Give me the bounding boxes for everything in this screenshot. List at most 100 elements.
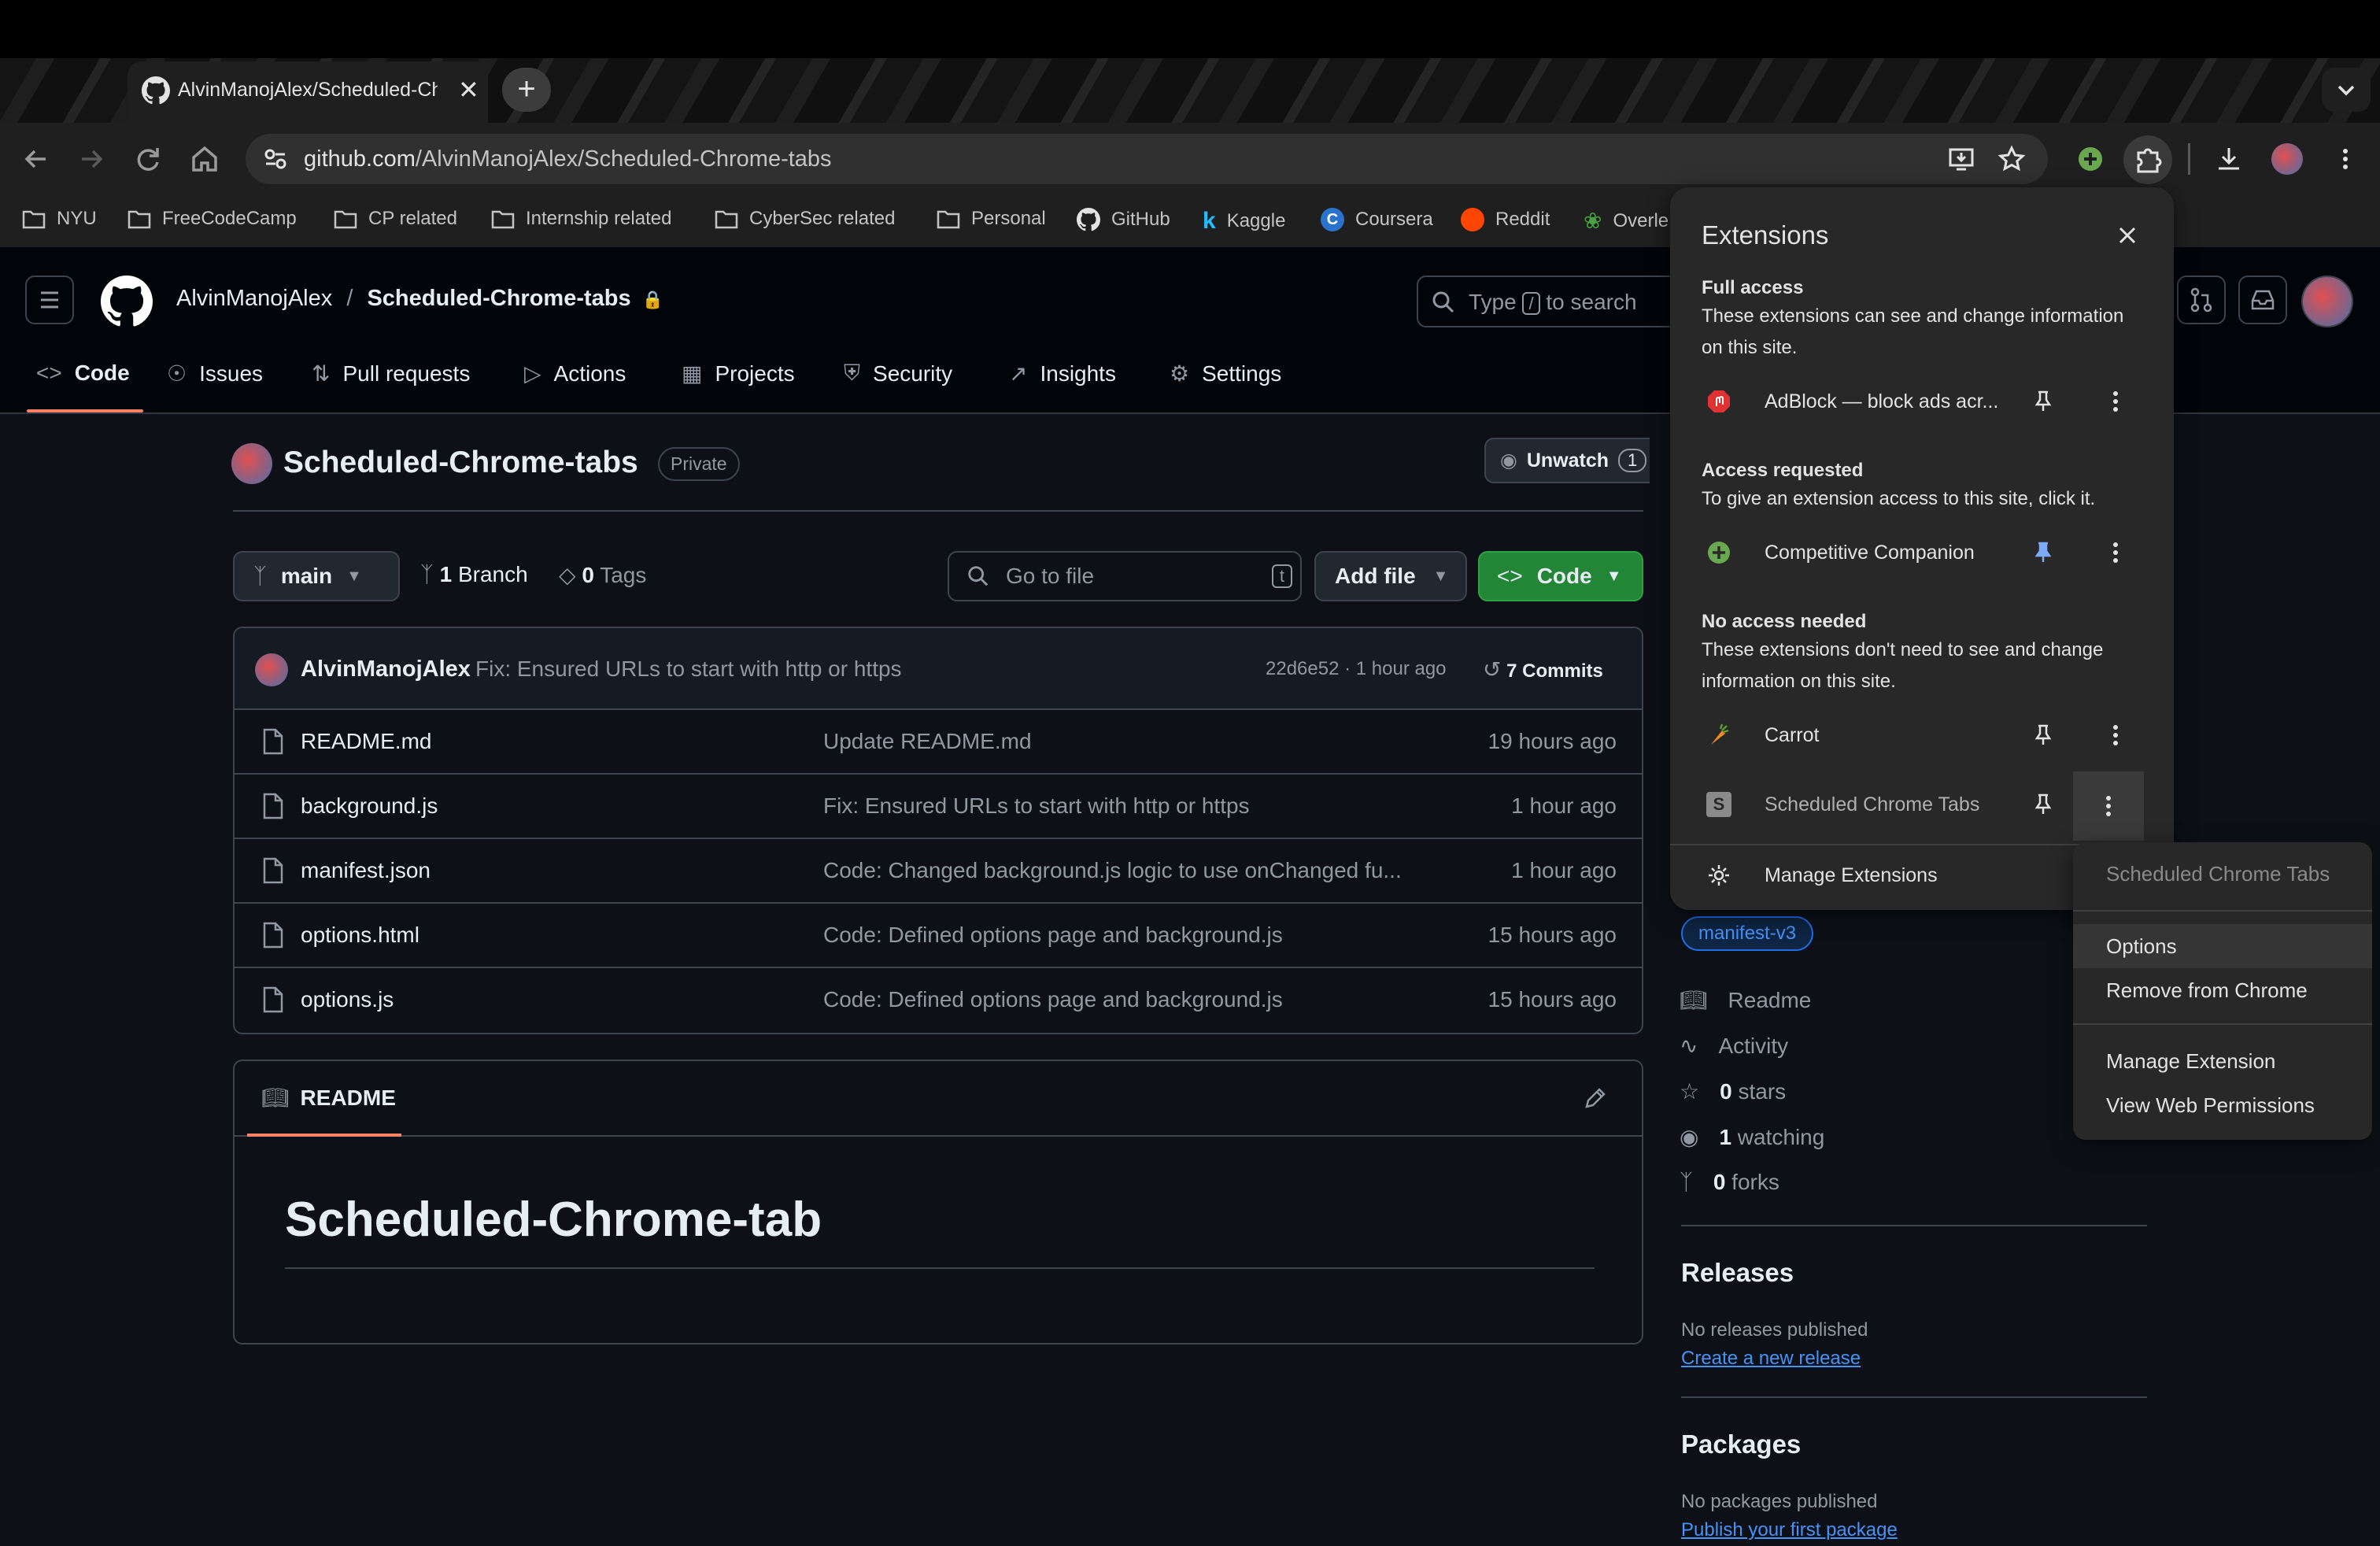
file-row[interactable]: options.html Code: Defined options page … — [235, 904, 1642, 968]
commit-message[interactable]: Fix: Ensured URLs to start with http or … — [475, 656, 902, 682]
more-vertical-icon[interactable] — [2095, 532, 2136, 573]
readme-link[interactable]: 📖︎ Readme — [1680, 987, 1811, 1013]
menu-item-remove[interactable]: Remove from Chrome — [2073, 968, 2372, 1012]
file-row[interactable]: background.js Fix: Ensured URLs to start… — [235, 775, 1642, 839]
file-commit-message[interactable]: Update README.md — [823, 729, 1421, 754]
tab-actions[interactable]: ▷ Actions — [524, 361, 626, 386]
forks-link[interactable]: ᛉ0 forks — [1680, 1170, 1779, 1195]
reload-icon[interactable] — [131, 142, 165, 176]
file-commit-message[interactable]: Code: Defined options page and backgroun… — [823, 987, 1421, 1012]
bookmark-star-icon[interactable] — [1998, 145, 2026, 173]
menu-item-options[interactable]: Options — [2073, 924, 2372, 968]
watching-link[interactable]: ◉ 1 watching — [1680, 1124, 1824, 1150]
add-file-button[interactable]: Add file ▼ — [1314, 551, 1467, 601]
kebab-menu-icon[interactable] — [2331, 145, 2360, 173]
user-avatar[interactable] — [2301, 276, 2353, 327]
commits-link[interactable]: ↺ 7 Commits — [1483, 656, 1603, 682]
go-to-file-input[interactable]: Go to file t — [948, 551, 1302, 601]
file-commit-message[interactable]: Code: Changed background.js logic to use… — [823, 858, 1421, 883]
branch-selector[interactable]: ᛉ main ▼ — [233, 551, 400, 601]
commit-author[interactable]: AlvinManojAlex — [301, 656, 471, 682]
more-vertical-icon[interactable] — [2095, 381, 2136, 422]
hamburger-menu-button[interactable] — [25, 276, 74, 324]
bookmark-overleaf[interactable]: ❀ Overle — [1584, 208, 1669, 234]
file-name[interactable]: README.md — [301, 729, 431, 754]
readme-tab[interactable]: 📖︎ README — [261, 1085, 396, 1111]
extensions-button[interactable] — [2123, 135, 2172, 184]
file-row[interactable]: manifest.json Code: Changed background.j… — [235, 839, 1642, 904]
topic-tag[interactable]: manifest-v3 — [1681, 916, 1814, 951]
activity-link[interactable]: ∿ Activity — [1680, 1033, 1788, 1059]
repo-link[interactable]: Scheduled-Chrome-tabs — [367, 286, 630, 311]
bookmark-coursera[interactable]: C Coursera — [1321, 208, 1433, 231]
pin-icon[interactable] — [2029, 721, 2057, 749]
back-icon[interactable] — [19, 142, 54, 176]
file-commit-message[interactable]: Fix: Ensured URLs to start with http or … — [823, 793, 1421, 819]
new-tab-button[interactable]: + — [502, 68, 551, 112]
home-icon[interactable] — [187, 142, 222, 176]
profile-avatar[interactable] — [2271, 143, 2303, 175]
bookmark-reddit[interactable]: Reddit — [1461, 208, 1550, 231]
github-logo-icon[interactable] — [101, 276, 153, 327]
file-name[interactable]: options.html — [301, 923, 419, 948]
competitive-companion-toolbar-icon[interactable] — [2076, 145, 2105, 173]
tags-link[interactable]: ◇ 0 Tags — [559, 562, 646, 588]
code-button[interactable]: <> Code ▼ — [1478, 551, 1643, 601]
close-icon[interactable] — [2116, 224, 2139, 247]
extension-row-scheduled-chrome-tabs[interactable]: S Scheduled Chrome Tabs — [1670, 771, 2174, 841]
create-release-link[interactable]: Create a new release — [1681, 1348, 1861, 1370]
releases-heading[interactable]: Releases — [1681, 1258, 1794, 1288]
stars-link[interactable]: ☆ 0 stars — [1680, 1078, 1786, 1104]
bookmark-folder-freecodecamp[interactable]: FreeCodeCamp — [128, 208, 297, 230]
file-name[interactable]: options.js — [301, 987, 394, 1012]
downloads-icon[interactable] — [2215, 145, 2243, 173]
bookmark-folder-nyu[interactable]: NYU — [22, 208, 97, 230]
install-app-icon[interactable] — [1947, 145, 1975, 173]
bookmark-kaggle[interactable]: k Kaggle — [1203, 208, 1285, 235]
file-row[interactable]: options.js Code: Defined options page an… — [235, 968, 1642, 1033]
site-info-icon[interactable] — [261, 145, 290, 173]
pin-icon[interactable] — [2029, 790, 2057, 819]
more-options-button-active[interactable] — [2073, 771, 2144, 841]
file-name[interactable]: background.js — [301, 793, 438, 819]
packages-heading[interactable]: Packages — [1681, 1429, 1801, 1459]
menu-item-view-permissions[interactable]: View Web Permissions — [2073, 1083, 2372, 1127]
file-name[interactable]: manifest.json — [301, 858, 431, 883]
search-input[interactable]: Type / to search — [1417, 276, 1684, 327]
extension-row-competitive-companion[interactable]: Competitive Companion — [1670, 521, 2174, 584]
address-bar[interactable]: github.com/AlvinManojAlex/Scheduled-Chro… — [246, 134, 2048, 184]
browser-tab[interactable]: AlvinManojAlex/Scheduled-Chrome-tabs ✕ — [128, 61, 488, 123]
menu-item-manage-extension[interactable]: Manage Extension — [2073, 1039, 2372, 1083]
pull-requests-header-button[interactable] — [2177, 276, 2226, 324]
extension-row-adblock[interactable]: AdBlock — block ads acr... — [1670, 370, 2174, 433]
tab-security[interactable]: ⛨ Security — [844, 361, 952, 386]
pencil-icon[interactable] — [1582, 1085, 1609, 1111]
unwatch-button[interactable]: ◉ Unwatch 1 — [1484, 438, 1650, 483]
url-text[interactable]: github.com/AlvinManojAlex/Scheduled-Chro… — [304, 146, 832, 172]
tab-pull-requests[interactable]: ⇅ Pull requests — [312, 361, 470, 386]
file-commit-message[interactable]: Code: Defined options page and backgroun… — [823, 923, 1421, 948]
tab-insights[interactable]: ↗ Insights — [1009, 361, 1116, 386]
tab-settings[interactable]: ⚙ Settings — [1170, 361, 1281, 386]
pin-icon[interactable] — [2029, 387, 2057, 416]
bookmark-folder-personal[interactable]: Personal — [937, 208, 1046, 230]
tab-projects[interactable]: ▦ Projects — [682, 361, 795, 386]
more-vertical-icon[interactable] — [2095, 715, 2136, 756]
extension-row-carrot[interactable]: Carrot — [1670, 704, 2174, 767]
tab-issues[interactable]: ☉ Issues — [167, 361, 263, 386]
bookmark-folder-cybersec[interactable]: CyberSec related — [715, 208, 895, 230]
tab-code[interactable]: <> Code — [36, 361, 130, 386]
commit-meta[interactable]: 22d6e52 · 1 hour ago — [1266, 658, 1447, 680]
bookmark-github[interactable]: GitHub — [1077, 208, 1170, 231]
owner-link[interactable]: AlvinManojAlex — [176, 286, 332, 311]
forward-icon[interactable] — [74, 142, 109, 176]
tab-close-button[interactable]: ✕ — [458, 75, 479, 105]
bookmark-folder-cp[interactable]: CP related — [334, 208, 457, 230]
bookmark-folder-internship[interactable]: Internship related — [491, 208, 671, 230]
inbox-button[interactable] — [2238, 276, 2287, 324]
file-row[interactable]: README.md Update README.md 19 hours ago — [235, 710, 1642, 775]
publish-package-link[interactable]: Publish your first package — [1681, 1519, 1898, 1541]
tab-search-button[interactable] — [2322, 68, 2371, 112]
pinned-icon[interactable] — [2029, 538, 2057, 567]
branches-link[interactable]: ᛉ 1 Branch — [420, 562, 528, 587]
